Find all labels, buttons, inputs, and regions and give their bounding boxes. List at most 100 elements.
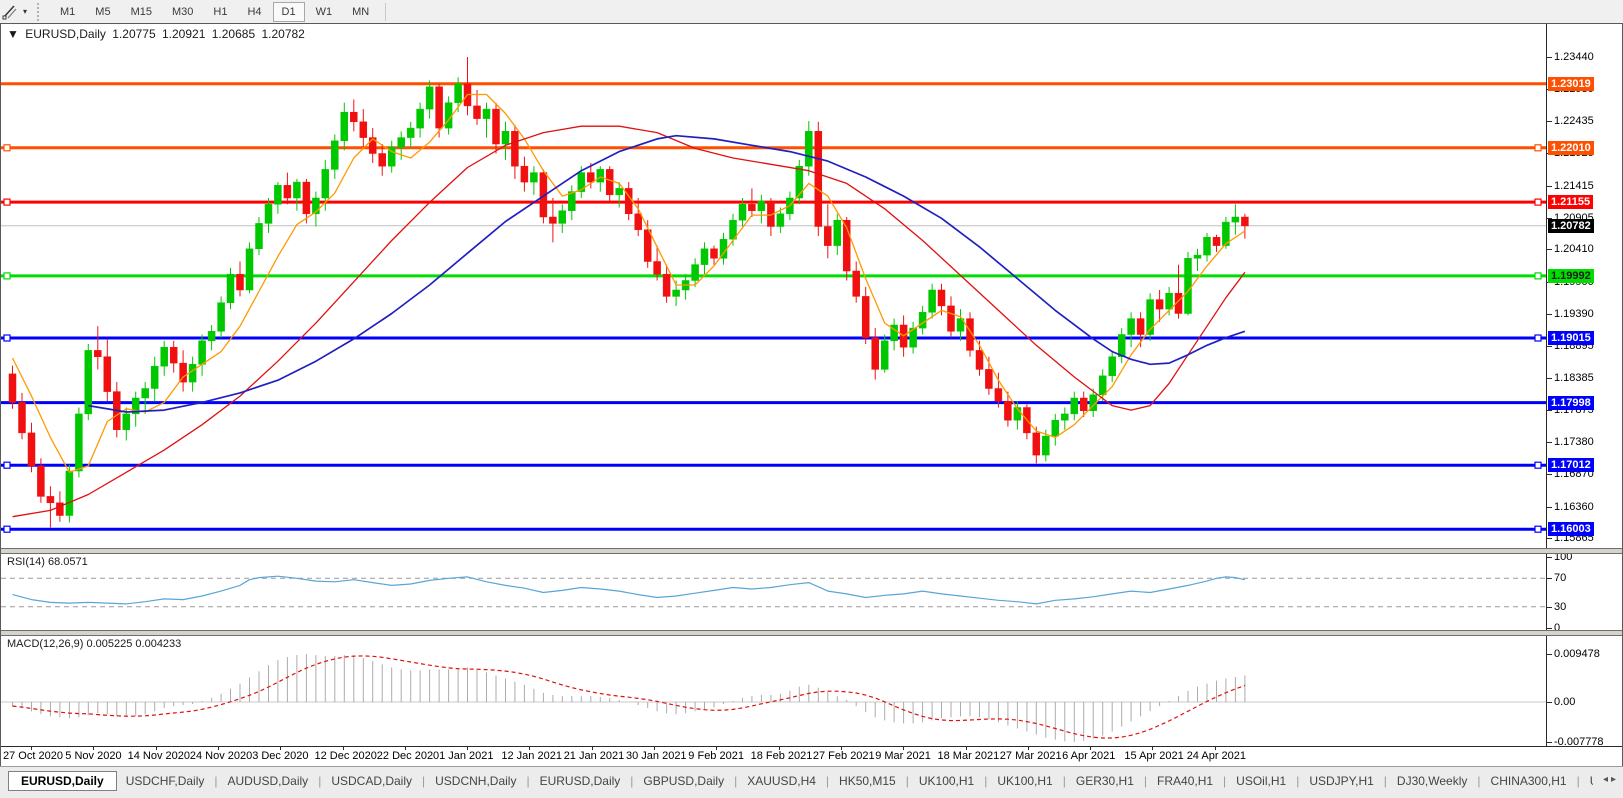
chart-tab-usdchf-daily[interactable]: USDCHF,Daily: [117, 772, 214, 790]
date-label: 30 Jan 2021: [626, 750, 687, 762]
date-label: 1 Jan 2021: [439, 750, 494, 762]
axis-tick-mark: [1547, 474, 1552, 476]
ohlc-low: 1.20685: [211, 27, 256, 41]
chart-tab-usdcnh-daily[interactable]: USDCNH,Daily: [426, 772, 525, 790]
chart-tab-china300-h1[interactable]: CHINA300,H1: [1482, 772, 1576, 790]
candlestick-chart[interactable]: [1, 24, 1546, 548]
date-label: 3 Dec 2020: [252, 750, 309, 762]
chart-tabs: EURUSD,Daily USDCHF,Daily | AUDUSD,Daily | US…: [8, 770, 1593, 792]
level-price-badge: 1.22010: [1548, 140, 1594, 155]
rsi-line: [12, 575, 1246, 605]
panel-splitter[interactable]: [1, 630, 1622, 636]
line-handle[interactable]: [1534, 272, 1542, 280]
date-label: 27 Feb 2021: [812, 750, 875, 762]
timeframe-button-h1[interactable]: H1: [204, 2, 236, 22]
chevron-down-icon[interactable]: ▾: [23, 7, 27, 16]
date-label: 18 Mar 2021: [937, 750, 1000, 762]
tab-scroll-left-icon[interactable]: ◂: [1603, 774, 1611, 785]
chart-symbol-period: EURUSD,Daily: [25, 27, 106, 41]
chart-tab-uk100-h1[interactable]: UK100,H1: [988, 772, 1061, 790]
timeframe-button-m5[interactable]: M5: [86, 2, 119, 22]
date-label: 9 Feb 2021: [688, 750, 744, 762]
axis-tick-mark: [1547, 249, 1552, 251]
macd-label: MACD(12,26,9) 0.005225 0.004233: [7, 638, 182, 650]
timeframe-button-mn[interactable]: MN: [343, 2, 378, 22]
line-handle[interactable]: [3, 272, 11, 280]
chart-tab-xauusd-h4[interactable]: XAUUSD,H4: [738, 772, 825, 790]
ohlc-close: 1.20782: [261, 27, 305, 41]
date-label: 15 Apr 2021: [1124, 750, 1184, 762]
price-axis[interactable]: 1.234401.229301.224351.219251.214151.209…: [1546, 24, 1622, 748]
axis-tick-mark: [1547, 57, 1552, 58]
price-tick-label: 1.19390: [1554, 308, 1594, 321]
macd-histogram: [12, 654, 1246, 742]
axis-tick-mark: [1547, 378, 1552, 379]
chart-tab-usdjpy-h1[interactable]: USDJPY,H1: [1300, 772, 1382, 790]
collapse-arrow-icon[interactable]: ▼: [7, 27, 19, 41]
chart-tab-audusd-daily[interactable]: AUDUSD,Daily: [219, 772, 318, 790]
draw-tool-icon[interactable]: [1, 3, 21, 21]
toolbar-grip[interactable]: [37, 2, 44, 21]
axis-tick-mark: [1547, 606, 1552, 608]
panel-splitter[interactable]: [1, 548, 1622, 554]
chart-tab-usoil-h1[interactable]: USOil,H1: [1227, 772, 1295, 790]
date-label: 12 Dec 2020: [314, 750, 377, 762]
timeframe-button-h4[interactable]: H4: [238, 2, 270, 22]
rsi-tick-label: 70: [1554, 572, 1567, 585]
date-label: 24 Nov 2020: [189, 750, 253, 762]
chart-tab-eurusd-daily[interactable]: EURUSD,Daily: [531, 772, 630, 790]
chart-tab-hk50-m15[interactable]: HK50,M15: [830, 772, 905, 790]
line-handle[interactable]: [1534, 198, 1542, 206]
rsi-tick-label: 30: [1554, 600, 1567, 613]
axis-tick-mark: [1547, 653, 1552, 655]
macd-panel[interactable]: MACD(12,26,9) 0.005225 0.004233: [1, 636, 1546, 746]
level-price-badge: 1.23019: [1548, 76, 1594, 91]
price-tick-label: 1.18385: [1554, 372, 1594, 384]
chart-tab-uk100-h1[interactable]: UK100,H1: [910, 772, 983, 790]
chart-tab-fra40-h1[interactable]: FRA40,H1: [1148, 772, 1222, 790]
macd-signal-line: [12, 655, 1246, 739]
moving-average-1: [11, 93, 1246, 473]
chart-tab-gbpusd-daily[interactable]: GBPUSD,Daily: [634, 772, 733, 790]
chart-tab-u[interactable]: U: [1581, 772, 1593, 790]
price-tick-label: 1.17380: [1554, 435, 1594, 448]
line-handle[interactable]: [1534, 334, 1542, 342]
line-handle[interactable]: [3, 334, 11, 342]
timeframe-button-m15[interactable]: M15: [122, 2, 161, 22]
axis-tick-mark: [1547, 506, 1552, 508]
date-label: 18 Feb 2021: [750, 750, 813, 762]
axis-tick-mark: [1547, 120, 1552, 122]
line-handle[interactable]: [3, 461, 11, 469]
line-handle[interactable]: [3, 525, 11, 533]
price-tick-label: 1.16360: [1554, 500, 1594, 513]
rsi-panel[interactable]: RSI(14) 68.0571: [1, 554, 1546, 630]
line-handle[interactable]: [1534, 525, 1542, 533]
chart-tab-usdcad-daily[interactable]: USDCAD,Daily: [322, 772, 421, 790]
tab-scroll-right-icon[interactable]: ▸: [1611, 774, 1619, 785]
top-toolbar: ▾ M1 M5 M15 M30 H1 H4 D1 W1 MN: [0, 0, 1623, 23]
timeframe-button-m30[interactable]: M30: [163, 2, 202, 22]
axis-tick-mark: [1547, 628, 1552, 629]
price-chart-panel[interactable]: [1, 24, 1546, 548]
date-label: 5 Nov 2020: [65, 750, 122, 762]
timeframe-button-m1[interactable]: M1: [51, 2, 84, 22]
line-handle[interactable]: [3, 198, 11, 206]
date-label: 22 Dec 2020: [376, 750, 440, 762]
line-handle[interactable]: [3, 144, 11, 152]
date-axis[interactable]: 27 Oct 2020 5 Nov 2020 14 Nov 2020 24 Nov 2…: [1, 746, 1622, 766]
chart-tab-strip: EURUSD,Daily USDCHF,Daily | AUDUSD,Daily | US…: [0, 766, 1623, 798]
timeframe-button-d1[interactable]: D1: [272, 1, 305, 22]
macd-tick-label: 0.009478: [1554, 647, 1600, 660]
axis-tick-mark: [1547, 410, 1552, 412]
chart-tab-dj30-weekly[interactable]: DJ30,Weekly: [1388, 772, 1476, 790]
line-handle[interactable]: [1534, 461, 1542, 469]
chart-tab-eurusd-daily[interactable]: EURUSD,Daily: [8, 771, 117, 791]
date-label: 24 Apr 2021: [1186, 750, 1247, 762]
tab-scroll-arrows[interactable]: ◂▸: [1603, 774, 1619, 785]
chart-tab-ger30-h1[interactable]: GER30,H1: [1067, 772, 1143, 790]
timeframe-button-w1[interactable]: W1: [307, 2, 342, 22]
axis-tick-mark: [1547, 314, 1552, 316]
level-price-badge: 1.19015: [1548, 331, 1594, 345]
axis-tick-mark: [1547, 702, 1552, 703]
line-handle[interactable]: [1534, 144, 1542, 152]
